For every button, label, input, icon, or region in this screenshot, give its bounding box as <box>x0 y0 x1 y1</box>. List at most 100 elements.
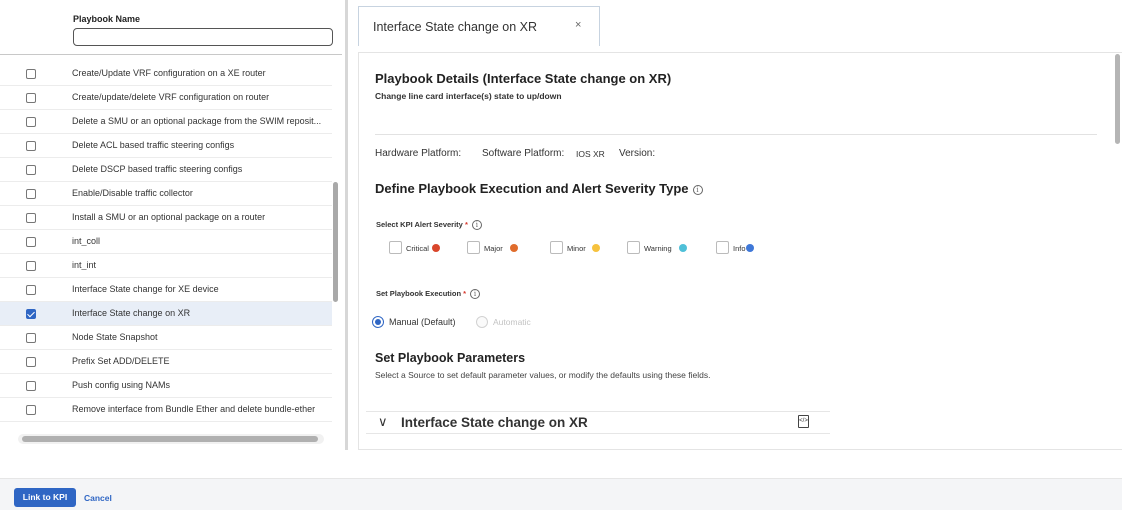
table-row[interactable]: int_coll <box>0 230 332 254</box>
execution-heading-text: Define Playbook Execution and Alert Seve… <box>375 181 689 196</box>
column-title: Playbook Name <box>73 14 141 24</box>
code-file-icon[interactable]: </> <box>798 415 809 428</box>
table-row[interactable]: Delete a SMU or an optional package from… <box>0 110 332 134</box>
row-checkbox[interactable] <box>26 165 36 175</box>
manual-radio-label[interactable]: Manual (Default) <box>389 317 456 327</box>
automatic-radio-label[interactable]: Automatic <box>493 317 531 327</box>
footer-bar: Link to KPI Cancel <box>0 478 1122 510</box>
severity-label: Critical <box>406 244 429 253</box>
row-checkbox[interactable] <box>26 189 36 199</box>
table-row[interactable]: Push config using NAMs <box>0 374 332 398</box>
warning-dot-icon <box>679 244 687 252</box>
playbook-details-subtitle: Change line card interface(s) state to u… <box>375 91 562 101</box>
parameters-accordion-header[interactable]: ∨ Interface State change on XR </> <box>366 411 830 434</box>
row-checkbox[interactable] <box>26 237 36 247</box>
version-label: Version: <box>619 148 656 159</box>
playbook-name: Delete DSCP based traffic steering confi… <box>72 164 243 174</box>
severity-label: Minor <box>567 244 586 253</box>
severity-label: Warning <box>644 244 672 253</box>
playbook-rows: Create/Update VRF configuration on a XE … <box>0 62 332 422</box>
table-row[interactable]: Create/update/delete VRF configuration o… <box>0 86 332 110</box>
playbook-details-title: Playbook Details (Interface State change… <box>375 71 672 86</box>
severity-checkbox[interactable] <box>550 241 563 254</box>
table-row[interactable]: int_int <box>0 254 332 278</box>
list-horizontal-scrollbar[interactable] <box>22 436 318 442</box>
row-checkbox[interactable] <box>26 333 36 343</box>
close-icon[interactable]: × <box>575 19 581 31</box>
list-vertical-scrollbar[interactable] <box>333 182 338 302</box>
row-checkbox[interactable] <box>26 213 36 223</box>
row-checkbox[interactable] <box>26 405 36 415</box>
playbook-name: Push config using NAMs <box>72 380 171 390</box>
table-row[interactable]: Enable/Disable traffic collector <box>0 182 332 206</box>
hardware-platform-label: Hardware Platform: <box>375 148 462 159</box>
parameters-heading: Set Playbook Parameters <box>375 351 526 365</box>
table-row[interactable]: Delete ACL based traffic steering config… <box>0 134 332 158</box>
severity-label: Select KPI Alert Severity * i <box>376 220 482 231</box>
chevron-down-icon[interactable]: ∨ <box>378 414 388 430</box>
playbook-name: Prefix Set ADD/DELETE <box>72 356 170 366</box>
required-mark: * <box>464 220 468 229</box>
table-row[interactable]: Node State Snapshot <box>0 326 332 350</box>
critical-dot-icon <box>432 244 440 252</box>
accordion-title: Interface State change on XR <box>401 415 588 430</box>
automatic-radio[interactable] <box>476 316 488 328</box>
table-row[interactable]: Prefix Set ADD/DELETE <box>0 350 332 374</box>
playbook-name: Create/Update VRF configuration on a XE … <box>72 68 266 78</box>
cancel-button[interactable]: Cancel <box>84 493 112 503</box>
playbook-name: Delete a SMU or an optional package from… <box>72 116 322 126</box>
severity-checkbox[interactable] <box>716 241 729 254</box>
playbook-name: Enable/Disable traffic collector <box>72 188 193 198</box>
manual-radio[interactable] <box>372 316 384 328</box>
major-dot-icon <box>510 244 518 252</box>
playbook-name: Node State Snapshot <box>72 332 158 342</box>
row-checkbox[interactable] <box>26 69 36 79</box>
info-icon[interactable]: i <box>470 289 481 300</box>
row-checkbox[interactable] <box>26 261 36 271</box>
playbook-name: Install a SMU or an optional package on … <box>72 212 266 222</box>
row-checkbox[interactable] <box>26 141 36 151</box>
severity-checkbox[interactable] <box>389 241 402 254</box>
required-mark: * <box>463 289 467 298</box>
playbook-name: Interface State change on XR <box>72 308 191 318</box>
playbook-name: Create/update/delete VRF configuration o… <box>72 92 270 102</box>
link-to-kpi-button[interactable]: Link to KPI <box>14 488 76 507</box>
parameters-description: Select a Source to set default parameter… <box>375 370 711 380</box>
row-checkbox[interactable] <box>26 93 36 103</box>
execution-mode-label: Set Playbook Execution * i <box>376 289 481 300</box>
minor-dot-icon <box>592 244 600 252</box>
row-checkbox[interactable] <box>26 357 36 367</box>
info-icon[interactable]: i <box>692 184 703 195</box>
playbook-name: int_int <box>72 260 97 270</box>
execution-heading: Define Playbook Execution and Alert Seve… <box>375 181 703 196</box>
info-dot-icon <box>746 244 754 252</box>
info-icon[interactable]: i <box>471 220 482 231</box>
page-root: Playbook Name Create/Update VRF configur… <box>0 0 1122 510</box>
row-checkbox[interactable] <box>26 117 36 127</box>
table-row[interactable]: Interface State change for XE device <box>0 278 332 302</box>
severity-label-text: Select KPI Alert Severity <box>376 220 463 229</box>
row-checkbox-checked[interactable] <box>26 309 36 319</box>
table-row-selected[interactable]: Interface State change on XR <box>0 302 332 326</box>
divider <box>375 134 1097 135</box>
table-row[interactable]: Delete DSCP based traffic steering confi… <box>0 158 332 182</box>
severity-checkbox[interactable] <box>467 241 480 254</box>
tab-title: Interface State change on XR <box>373 20 537 34</box>
playbook-name: int_coll <box>72 236 101 246</box>
software-platform-label: Software Platform: <box>482 148 565 159</box>
playbook-name: Interface State change for XE device <box>72 284 219 294</box>
row-checkbox[interactable] <box>26 381 36 391</box>
table-row[interactable]: Install a SMU or an optional package on … <box>0 206 332 230</box>
severity-label: Major <box>484 244 503 253</box>
playbook-name: Delete ACL based traffic steering config… <box>72 140 235 150</box>
panel-splitter[interactable] <box>345 0 348 450</box>
table-row[interactable]: Remove interface from Bundle Ether and d… <box>0 398 332 422</box>
column-header: Playbook Name <box>0 0 342 55</box>
tab-interface-state-change-xr[interactable]: Interface State change on XR × <box>358 6 600 46</box>
playbook-name: Remove interface from Bundle Ether and d… <box>72 404 316 414</box>
row-checkbox[interactable] <box>26 285 36 295</box>
detail-vertical-scrollbar[interactable] <box>1115 54 1120 144</box>
playbook-name-filter-input[interactable] <box>73 28 333 46</box>
severity-checkbox[interactable] <box>627 241 640 254</box>
table-row[interactable]: Create/Update VRF configuration on a XE … <box>0 62 332 86</box>
